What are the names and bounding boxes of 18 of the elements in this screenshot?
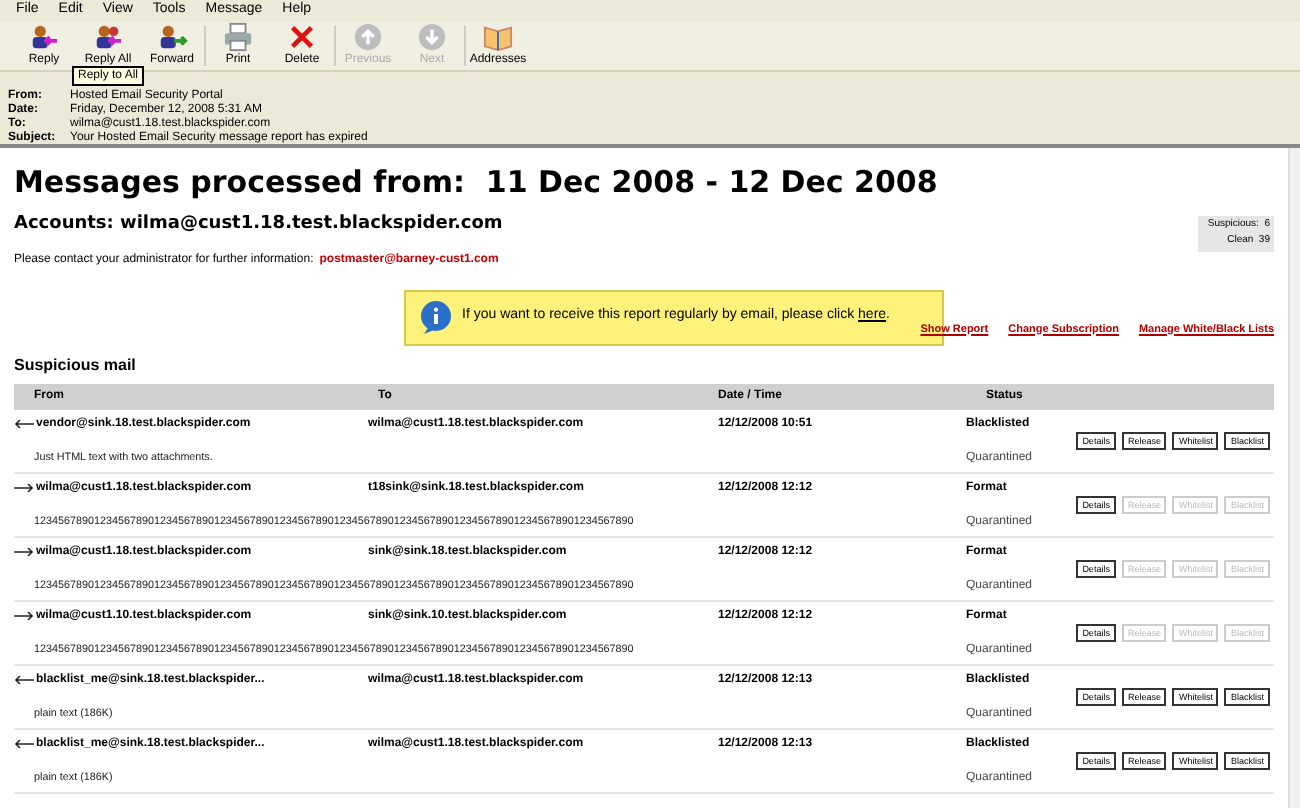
people-icon [92, 22, 124, 52]
report-title: Messages processed from: 11 Dec 2008 - 12 Dec 2008 [14, 164, 938, 200]
people-icon [28, 22, 60, 52]
accounts-text: Accounts: wilma@cust1.18.test.blackspider.com [14, 212, 505, 238]
arrow-left-icon [14, 674, 34, 687]
arrow-down-icon [416, 22, 448, 52]
book-icon [482, 22, 514, 52]
arrow-right-icon [14, 546, 34, 559]
arrow-right-icon [14, 610, 34, 623]
arrow-left-icon [14, 418, 34, 431]
arrow-left-icon [14, 738, 34, 751]
arrow-right-icon [14, 482, 34, 495]
info-icon [418, 299, 454, 335]
arrow-up-icon [352, 22, 384, 52]
people-icon [156, 22, 188, 52]
printer-icon [222, 22, 254, 52]
section-title: Suspicious mail [14, 353, 138, 378]
close-icon [286, 22, 318, 52]
